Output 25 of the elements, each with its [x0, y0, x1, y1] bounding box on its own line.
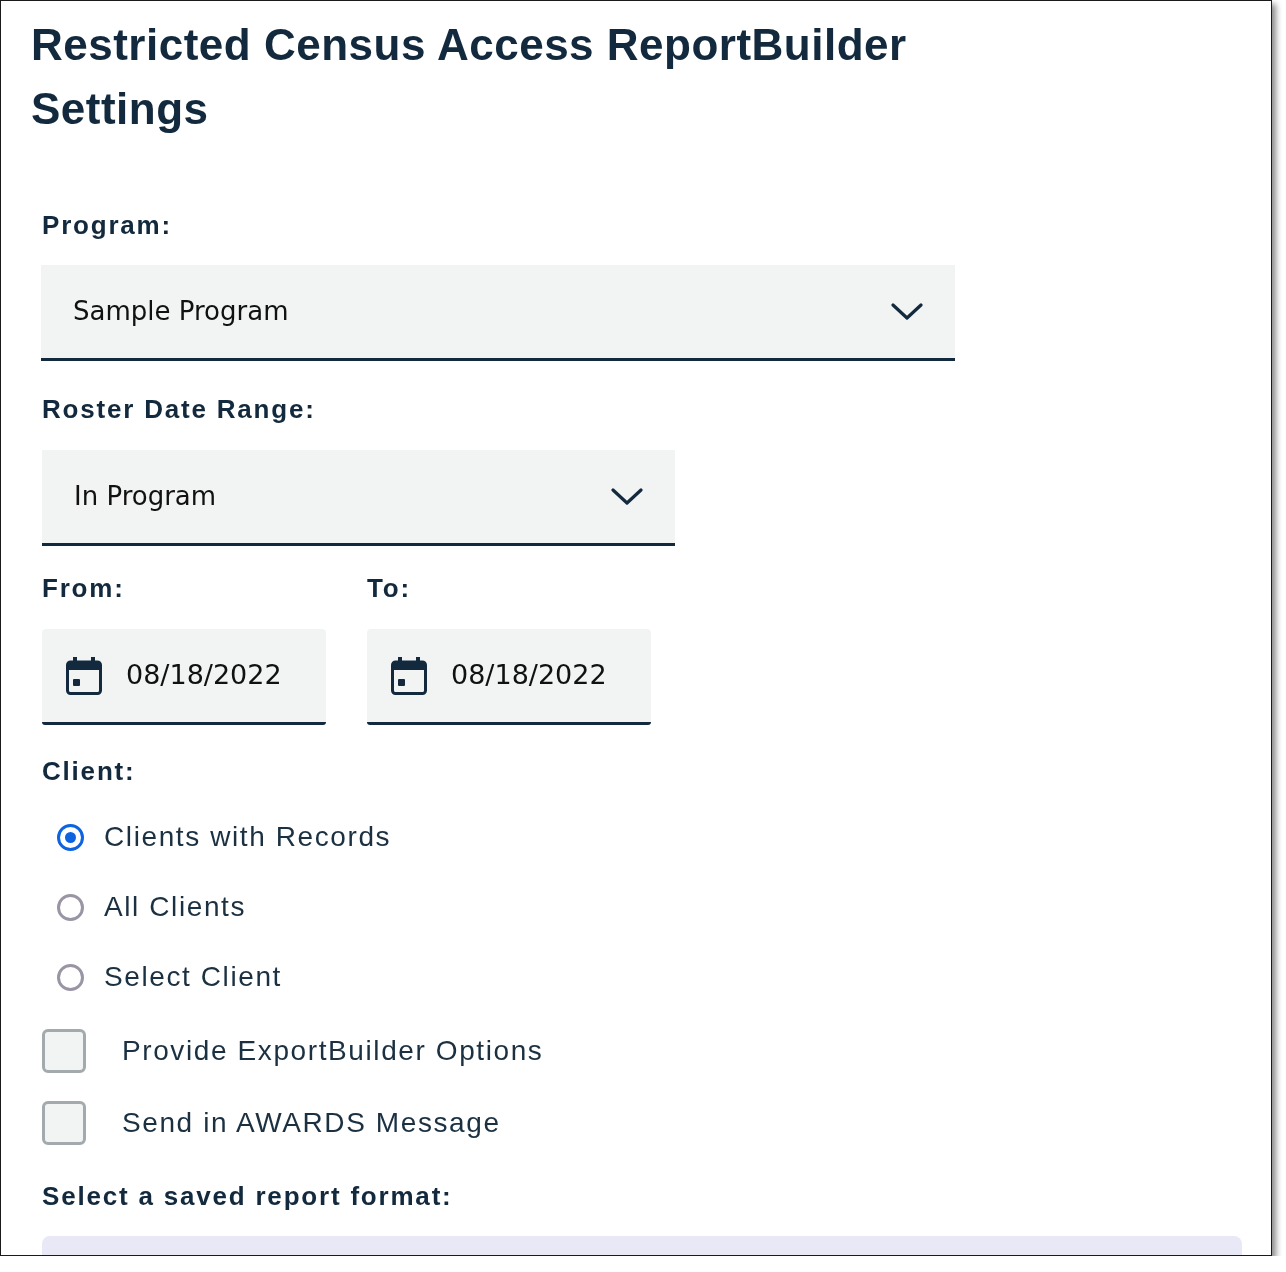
chevron-down-icon — [891, 302, 923, 321]
radio-label[interactable]: All Clients — [104, 886, 247, 928]
date-field[interactable]: 08/18/2022 — [42, 629, 326, 725]
radio-button[interactable] — [57, 893, 84, 921]
date-range-select[interactable]: In Program — [42, 450, 675, 546]
field-label: From: — [42, 573, 126, 603]
chevron-down-icon — [611, 487, 643, 506]
program-select[interactable]: Sample Program — [41, 265, 955, 361]
radio-label[interactable]: Clients with Records — [104, 816, 392, 858]
radio-button[interactable] — [57, 823, 84, 851]
field-label: Client: — [42, 756, 137, 786]
radio-label[interactable]: Select Client — [104, 956, 282, 998]
field-label: Select a saved report format: — [42, 1181, 454, 1211]
checkbox-label[interactable]: Provide ExportBuilder Options — [122, 1030, 544, 1072]
calendar-icon — [66, 656, 102, 695]
checkbox[interactable] — [42, 1029, 86, 1073]
field-label: Program: — [42, 210, 173, 240]
page-title: Restricted Census Access ReportBuilder Settings — [30, 19, 908, 135]
checkbox[interactable] — [42, 1101, 86, 1145]
field-label: To: — [367, 573, 412, 603]
radio-button[interactable] — [57, 963, 84, 991]
checkbox-label[interactable]: Send in AWARDS Message — [122, 1102, 501, 1144]
calendar-icon — [391, 656, 427, 695]
field-label: Roster Date Range: — [42, 394, 317, 424]
date-field[interactable]: 08/18/2022 — [367, 629, 651, 725]
